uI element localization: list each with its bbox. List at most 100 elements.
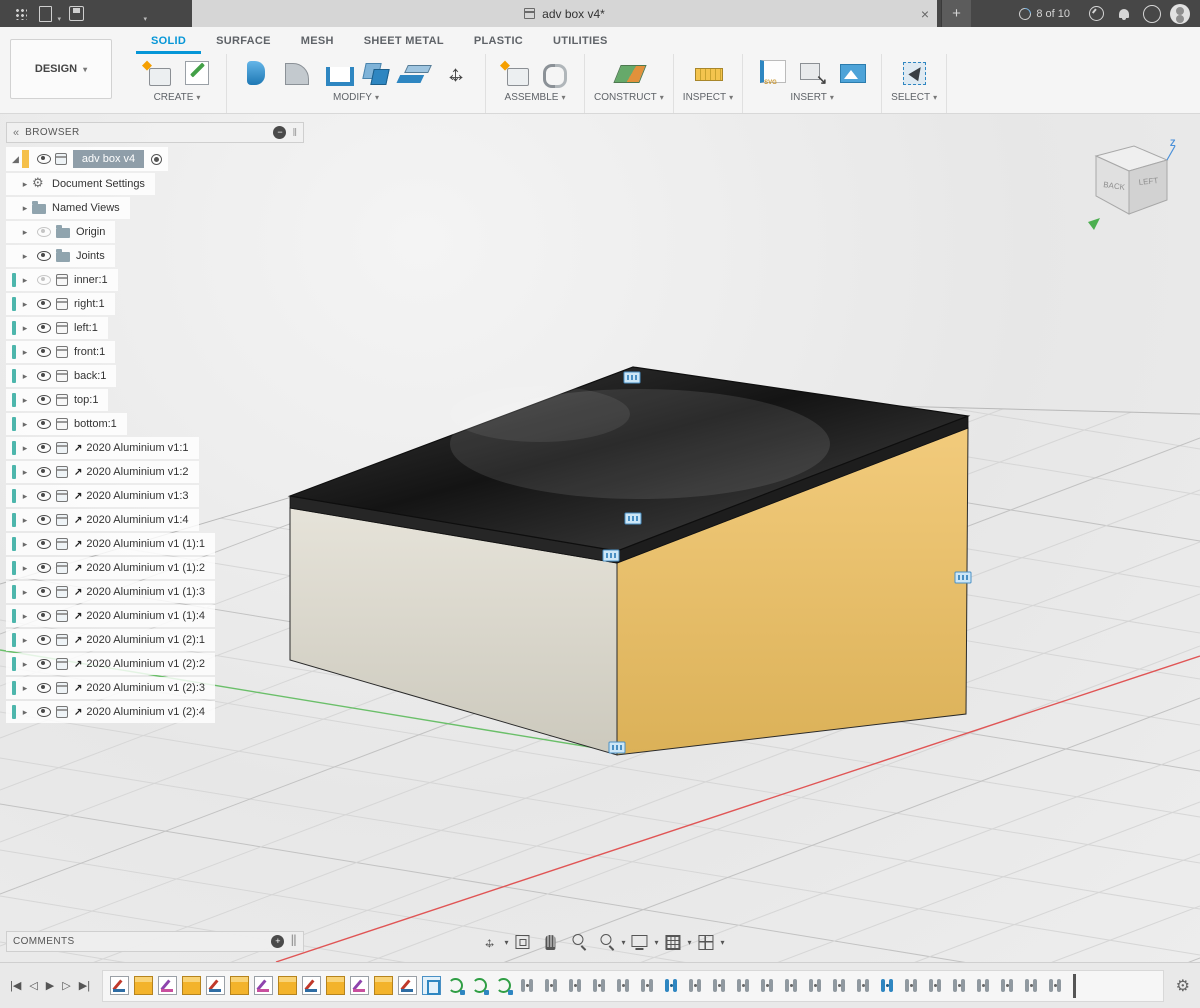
- timeline-feature-joint-blue[interactable]: [662, 976, 681, 995]
- expand-arrow-icon[interactable]: ▸: [18, 299, 32, 310]
- combine-icon[interactable]: [358, 56, 394, 90]
- fit-icon[interactable]: [510, 930, 534, 954]
- browser-item-2020-aluminium-v1-3[interactable]: ▸↗2020 Aluminium v1:3: [6, 485, 199, 507]
- timeline-position-marker[interactable]: [1073, 974, 1076, 998]
- timeline-feature-extrude[interactable]: [326, 976, 345, 995]
- visibility-eye-icon[interactable]: [37, 707, 51, 717]
- display-settings-icon[interactable]: [627, 930, 651, 954]
- tab-plastic[interactable]: PLASTIC: [459, 27, 538, 54]
- press-pull-icon[interactable]: [238, 56, 274, 90]
- expand-arrow-icon[interactable]: ▸: [18, 515, 32, 526]
- timeline-feature-joint[interactable]: [638, 976, 657, 995]
- timeline-feature-sketch[interactable]: [398, 976, 417, 995]
- visibility-eye-icon[interactable]: [37, 491, 51, 501]
- browser-item-inner-1[interactable]: ▸inner:1: [6, 269, 118, 291]
- timeline-feature-joint[interactable]: [854, 976, 873, 995]
- browser-item-2020-aluminium-v1-2-4[interactable]: ▸↗2020 Aluminium v1 (2):4: [6, 701, 215, 723]
- expand-arrow-icon[interactable]: ▸: [18, 275, 32, 286]
- expand-arrow-icon[interactable]: ▸: [18, 563, 32, 574]
- timeline-feature-joint[interactable]: [686, 976, 705, 995]
- timeline-feature-joint[interactable]: [806, 976, 825, 995]
- measure-icon[interactable]: [690, 56, 726, 90]
- timeline-settings-gear-icon[interactable]: ⚙: [1176, 976, 1190, 996]
- new-component-icon[interactable]: [497, 56, 533, 90]
- timeline-feature-joint[interactable]: [590, 976, 609, 995]
- browser-item-2020-aluminium-v1-1-1[interactable]: ▸↗2020 Aluminium v1 (1):1: [6, 533, 215, 555]
- browser-item-right-1[interactable]: ▸right:1: [6, 293, 115, 315]
- step-forward-button[interactable]: ▷: [62, 979, 70, 992]
- user-avatar[interactable]: [1168, 2, 1192, 26]
- expand-arrow-icon[interactable]: ▸: [18, 467, 32, 478]
- visibility-eye-icon[interactable]: [37, 683, 51, 693]
- add-comment-icon[interactable]: +: [271, 935, 284, 948]
- expand-arrow-icon[interactable]: ▸: [18, 179, 32, 190]
- expand-arrow-icon[interactable]: ▸: [18, 203, 32, 214]
- timeline-feature-align[interactable]: [470, 976, 489, 995]
- timeline-feature-align[interactable]: [446, 976, 465, 995]
- expand-arrow-icon[interactable]: ▸: [18, 611, 32, 622]
- group-label-assemble[interactable]: ASSEMBLE▾: [505, 92, 566, 103]
- joint-origin-handle[interactable]: [603, 550, 619, 561]
- expand-arrow-icon[interactable]: ▸: [18, 635, 32, 646]
- browser-item-2020-aluminium-v1-1-2[interactable]: ▸↗2020 Aluminium v1 (1):2: [6, 557, 215, 579]
- expand-arrow-icon[interactable]: ▸: [18, 347, 32, 358]
- group-label-construct[interactable]: CONSTRUCT▾: [594, 92, 664, 103]
- visibility-eye-icon[interactable]: [37, 323, 51, 333]
- timeline-feature-extrude[interactable]: [278, 976, 297, 995]
- chevron-down-icon[interactable]: ▾: [504, 938, 508, 947]
- chevron-down-icon[interactable]: ▾: [621, 938, 625, 947]
- expand-arrow-icon[interactable]: ▸: [18, 251, 32, 262]
- view-cube[interactable]: BACK LEFT Z: [1066, 134, 1186, 244]
- visibility-eye-icon[interactable]: [37, 371, 51, 381]
- group-label-insert[interactable]: INSERT▾: [790, 92, 834, 103]
- viewport-3d[interactable]: BACK LEFT Z « BROWSER − ‖ ◢ adv box v4 ▸…: [0, 114, 1200, 962]
- expand-arrow-icon[interactable]: ▸: [18, 539, 32, 550]
- visibility-eye-icon[interactable]: [37, 467, 51, 477]
- timeline-feature-align[interactable]: [494, 976, 513, 995]
- expand-arrow-icon[interactable]: ▸: [18, 395, 32, 406]
- notification-bell-icon[interactable]: [1112, 2, 1136, 26]
- timeline-feature-sketch-alt[interactable]: [254, 976, 273, 995]
- timeline-feature-joint[interactable]: [998, 976, 1017, 995]
- expand-arrow-icon[interactable]: ▸: [18, 323, 32, 334]
- browser-item-2020-aluminium-v1-2-1[interactable]: ▸↗2020 Aluminium v1 (2):1: [6, 629, 215, 651]
- expand-arrow-icon[interactable]: ▸: [18, 659, 32, 670]
- timeline-feature-joint[interactable]: [614, 976, 633, 995]
- timeline-feature-extrude[interactable]: [182, 976, 201, 995]
- root-component-label[interactable]: adv box v4: [73, 150, 144, 168]
- expand-arrow-icon[interactable]: ▸: [18, 227, 32, 238]
- timeline-feature-sketch-alt[interactable]: [158, 976, 177, 995]
- zoom-window-icon[interactable]: [566, 930, 590, 954]
- timeline-feature-joint[interactable]: [926, 976, 945, 995]
- joint-origin-handle[interactable]: [624, 372, 640, 383]
- minimize-panel-icon[interactable]: −: [273, 126, 286, 139]
- visibility-eye-icon[interactable]: [37, 587, 51, 597]
- timeline-feature-joint-blue[interactable]: [878, 976, 897, 995]
- visibility-eye-icon[interactable]: [37, 611, 51, 621]
- close-tab-icon[interactable]: ×: [921, 6, 929, 22]
- browser-item-document-settings[interactable]: ▸Document Settings: [6, 173, 155, 195]
- browser-item-named-views[interactable]: ▸Named Views: [6, 197, 130, 219]
- tab-surface[interactable]: SURFACE: [201, 27, 286, 54]
- visibility-eye-icon[interactable]: [37, 515, 51, 525]
- chevron-down-icon[interactable]: ▾: [654, 938, 658, 947]
- construction-plane-icon[interactable]: [611, 56, 647, 90]
- visibility-eye-icon[interactable]: [37, 347, 51, 357]
- browser-item-2020-aluminium-v1-1-3[interactable]: ▸↗2020 Aluminium v1 (1):3: [6, 581, 215, 603]
- timeline-feature-joint[interactable]: [1046, 976, 1065, 995]
- visibility-eye-icon[interactable]: [37, 251, 51, 261]
- zoom-icon[interactable]: [594, 930, 618, 954]
- timeline-feature-extrude[interactable]: [134, 976, 153, 995]
- timeline-feature-joint[interactable]: [518, 976, 537, 995]
- timeline-feature-joint[interactable]: [902, 976, 921, 995]
- create-sketch-icon[interactable]: [179, 56, 215, 90]
- job-status[interactable]: 8 of 10: [1019, 8, 1070, 20]
- visibility-eye-icon[interactable]: [37, 443, 51, 453]
- visibility-eye-icon[interactable]: [37, 659, 51, 669]
- root-visibility-eye-icon[interactable]: [37, 154, 51, 164]
- shell-icon[interactable]: [318, 56, 354, 90]
- new-tab-button[interactable]: +: [941, 0, 971, 27]
- timeline-feature-joint[interactable]: [950, 976, 969, 995]
- tab-utilities[interactable]: UTILITIES: [538, 27, 623, 54]
- browser-root-row[interactable]: ◢ adv box v4: [6, 147, 168, 171]
